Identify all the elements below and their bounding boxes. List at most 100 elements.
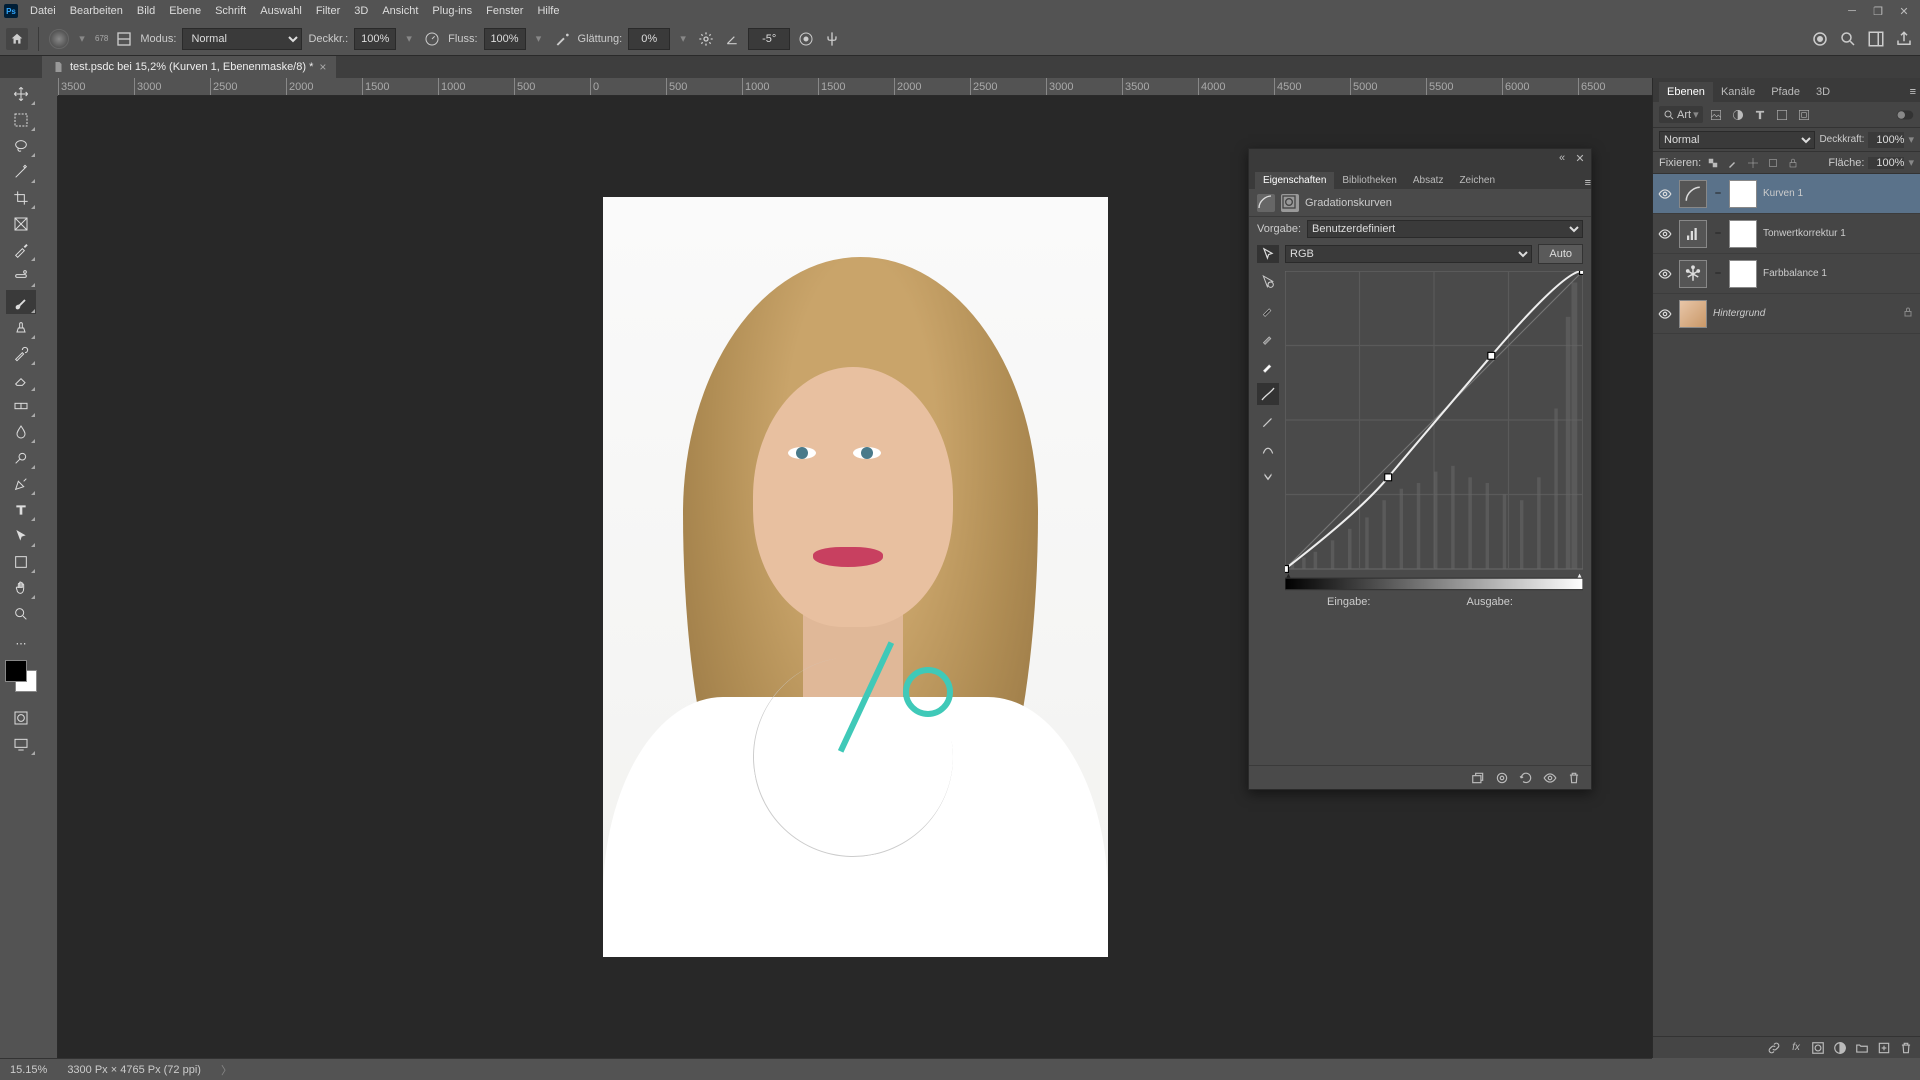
zoom-level[interactable]: 15.15% <box>10 1064 47 1076</box>
panel-menu-button[interactable]: ≡ <box>1585 177 1591 189</box>
home-button[interactable] <box>6 28 28 50</box>
layer-fx-button[interactable]: fx <box>1788 1040 1804 1056</box>
eyedropper-tool[interactable] <box>6 238 36 262</box>
dodge-tool[interactable] <box>6 446 36 470</box>
layer-row-hintergrund[interactable]: Hintergrund <box>1653 294 1920 334</box>
view-previous-button[interactable] <box>1493 769 1511 787</box>
layer-row-tonwertkorrektur[interactable]: ⎯ Tonwertkorrektur 1 <box>1653 214 1920 254</box>
document-dimensions[interactable]: 3300 Px × 4765 Px (72 ppi) <box>67 1064 201 1076</box>
toggle-visibility-button[interactable] <box>1541 769 1559 787</box>
eraser-tool[interactable] <box>6 368 36 392</box>
curves-white-eyedropper[interactable] <box>1257 355 1279 377</box>
curves-thumbnail[interactable] <box>1679 180 1707 208</box>
zoom-tool[interactable] <box>6 602 36 626</box>
reset-button[interactable] <box>1517 769 1535 787</box>
menu-ebene[interactable]: Ebene <box>163 2 207 20</box>
flow-input[interactable] <box>484 28 526 50</box>
lasso-tool[interactable] <box>6 134 36 158</box>
tab-kanaele[interactable]: Kanäle <box>1713 82 1763 102</box>
layer-filter-type[interactable]: Art ▾ <box>1659 106 1703 123</box>
curves-clip-button[interactable] <box>1257 467 1279 489</box>
menu-filter[interactable]: Filter <box>310 2 346 20</box>
curves-sample-tool[interactable] <box>1257 271 1279 293</box>
lock-pixels-button[interactable] <box>1725 155 1741 171</box>
ruler-vertical[interactable] <box>42 96 58 1058</box>
angle-input[interactable] <box>748 28 790 50</box>
screen-mode-button[interactable] <box>6 732 36 756</box>
filter-shape-icon[interactable] <box>1773 106 1791 124</box>
layer-opacity-input[interactable] <box>1868 132 1904 148</box>
brush-preset-picker[interactable] <box>49 29 69 49</box>
document-tab-close[interactable]: × <box>319 60 326 74</box>
filter-smartobj-icon[interactable] <box>1795 106 1813 124</box>
clip-to-layer-button[interactable] <box>1469 769 1487 787</box>
colorbalance-thumbnail[interactable] <box>1679 260 1707 288</box>
search-button[interactable] <box>1838 29 1858 49</box>
quick-mask-button[interactable] <box>6 706 36 730</box>
smoothing-input[interactable] <box>628 28 670 50</box>
image-thumbnail[interactable] <box>1679 300 1707 328</box>
filter-adjustment-icon[interactable] <box>1729 106 1747 124</box>
layer-name[interactable]: Tonwertkorrektur 1 <box>1763 228 1916 239</box>
layer-mask-thumbnail[interactable] <box>1729 180 1757 208</box>
magic-wand-tool[interactable] <box>6 160 36 184</box>
type-tool[interactable] <box>6 498 36 522</box>
status-caret[interactable]: 〉 <box>221 1062 232 1078</box>
filter-toggle-switch[interactable] <box>1896 106 1914 124</box>
layer-blend-mode[interactable]: Normal <box>1659 131 1815 149</box>
pressure-size-button[interactable] <box>796 29 816 49</box>
preset-select[interactable]: Benutzerdefiniert <box>1307 220 1583 238</box>
cloud-docs-button[interactable] <box>1810 29 1830 49</box>
tab-ebenen[interactable]: Ebenen <box>1659 82 1713 102</box>
tab-eigenschaften[interactable]: Eigenschaften <box>1255 172 1334 189</box>
share-button[interactable] <box>1894 29 1914 49</box>
layer-mask-thumbnail[interactable] <box>1729 260 1757 288</box>
tab-absatz[interactable]: Absatz <box>1405 172 1452 189</box>
curves-point-mode[interactable] <box>1257 383 1279 405</box>
shape-tool[interactable] <box>6 550 36 574</box>
delete-adjustment-button[interactable] <box>1565 769 1583 787</box>
frame-tool[interactable] <box>6 212 36 236</box>
link-layers-button[interactable] <box>1766 1040 1782 1056</box>
menu-ansicht[interactable]: Ansicht <box>376 2 424 20</box>
history-brush-tool[interactable] <box>6 342 36 366</box>
brush-tool[interactable] <box>6 290 36 314</box>
tab-pfade[interactable]: Pfade <box>1763 82 1808 102</box>
lock-all-button[interactable] <box>1785 155 1801 171</box>
mask-icon[interactable] <box>1281 194 1299 212</box>
menu-3d[interactable]: 3D <box>348 2 374 20</box>
opacity-dropdown[interactable]: ▾ <box>402 28 416 50</box>
layer-name[interactable]: Hintergrund <box>1713 308 1896 319</box>
layer-link-icon[interactable]: ⎯ <box>1713 187 1723 200</box>
tab-zeichen[interactable]: Zeichen <box>1451 172 1503 189</box>
curves-draw-mode[interactable] <box>1257 411 1279 433</box>
clone-stamp-tool[interactable] <box>6 316 36 340</box>
menu-auswahl[interactable]: Auswahl <box>254 2 308 20</box>
symmetry-button[interactable] <box>822 29 842 49</box>
opacity-pressure-button[interactable] <box>422 29 442 49</box>
layer-link-icon[interactable]: ⎯ <box>1713 227 1723 240</box>
new-adjustment-button[interactable] <box>1832 1040 1848 1056</box>
gradient-tool[interactable] <box>6 394 36 418</box>
flow-dropdown[interactable]: ▾ <box>532 28 546 50</box>
pen-tool[interactable] <box>6 472 36 496</box>
panel-close-button[interactable]: ✕ <box>1573 151 1587 165</box>
window-close-button[interactable]: ✕ <box>1892 2 1916 20</box>
menu-datei[interactable]: Datei <box>24 2 62 20</box>
menu-hilfe[interactable]: Hilfe <box>531 2 565 20</box>
menu-bild[interactable]: Bild <box>131 2 161 20</box>
new-layer-button[interactable] <box>1876 1040 1892 1056</box>
blur-tool[interactable] <box>6 420 36 444</box>
lock-position-button[interactable] <box>1745 155 1761 171</box>
filter-pixel-icon[interactable] <box>1707 106 1725 124</box>
curves-graph[interactable] <box>1285 271 1583 592</box>
layer-visibility-toggle[interactable] <box>1657 187 1673 201</box>
delete-layer-button[interactable] <box>1898 1040 1914 1056</box>
brush-size-dropdown[interactable]: ▾ <box>75 28 89 50</box>
panel-collapse-button[interactable]: « <box>1555 151 1569 165</box>
ruler-horizontal[interactable]: 3500300025002000150010005000500100015002… <box>58 78 1652 96</box>
layer-link-icon[interactable]: ⎯ <box>1713 267 1723 280</box>
lock-artboard-button[interactable] <box>1765 155 1781 171</box>
curves-gray-eyedropper[interactable] <box>1257 327 1279 349</box>
fill-input[interactable] <box>1868 157 1904 169</box>
